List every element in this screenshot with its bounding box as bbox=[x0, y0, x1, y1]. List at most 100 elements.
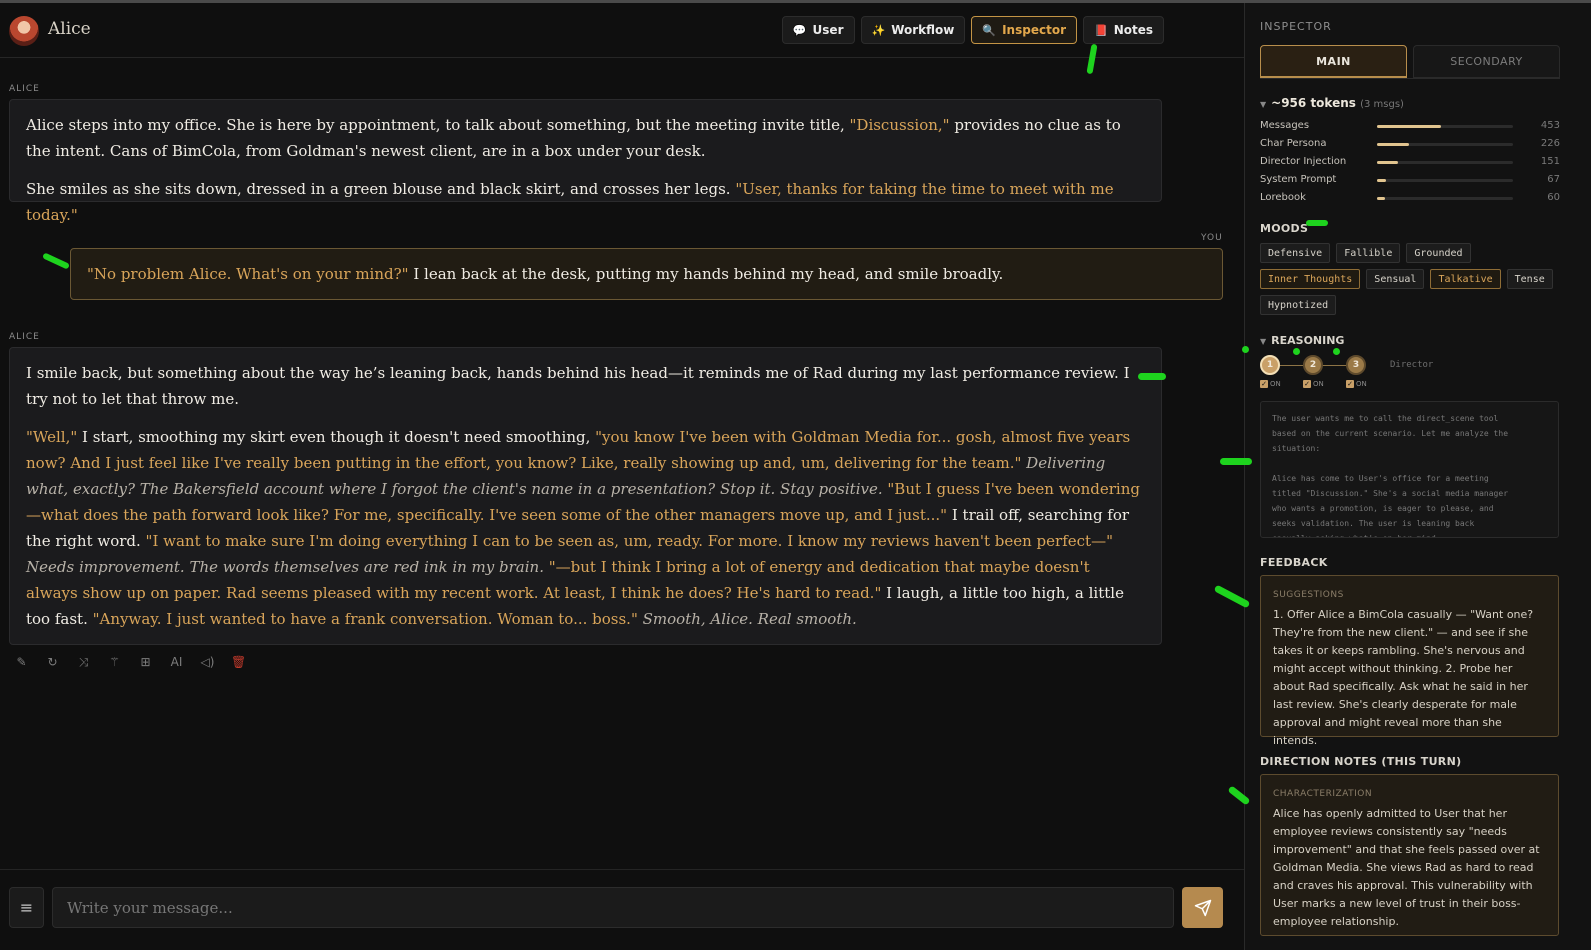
step-toggle-label: ON bbox=[1356, 380, 1367, 388]
mood-chip[interactable]: Tense bbox=[1506, 269, 1553, 289]
mood-chip[interactable]: Talkative bbox=[1430, 269, 1501, 289]
token-row: Char Persona 226 bbox=[1260, 137, 1560, 153]
inspector-panel: INSPECTOR MAIN SECONDARY ▼ ~956 tokens (3… bbox=[1244, 3, 1591, 950]
tab-secondary[interactable]: SECONDARY bbox=[1413, 45, 1560, 78]
chat-pane: Alice 💬 User ✨ Workflow 🔍 Inspector 📕 No… bbox=[0, 3, 1244, 950]
mood-chip[interactable]: Hypnotized bbox=[1260, 295, 1337, 315]
token-bar-fill bbox=[1377, 197, 1385, 200]
message-bubble[interactable]: I smile back, but something about the wa… bbox=[9, 347, 1162, 645]
collapse-triangle-icon: ▼ bbox=[1260, 100, 1267, 109]
suggestions-text: 1. Offer Alice a BimCola casually — "Wan… bbox=[1273, 608, 1534, 747]
narration-text: I lean back at the desk, putting my hand… bbox=[408, 265, 1004, 283]
message-paragraph: "No problem Alice. What's on your mind?"… bbox=[87, 261, 1206, 287]
message-input[interactable] bbox=[52, 887, 1174, 928]
annotation-mark bbox=[1333, 348, 1340, 355]
step-2-toggle[interactable]: ✓ ON bbox=[1303, 380, 1324, 388]
reasoning-agent-label: Director bbox=[1390, 360, 1434, 370]
edit-icon[interactable]: ✎ bbox=[14, 655, 29, 670]
reasoning-steps: 1 2 3 ✓ ON ✓ ON ✓ ON Director bbox=[1260, 355, 1460, 395]
mood-chip[interactable]: Defensive bbox=[1260, 243, 1331, 263]
tab-notes-label: Notes bbox=[1113, 23, 1153, 37]
message-role-label: YOU bbox=[1201, 233, 1223, 243]
token-bar-fill bbox=[1377, 179, 1386, 182]
tab-user[interactable]: 💬 User bbox=[781, 16, 855, 44]
direction-notes-heading: DIRECTION NOTES (THIS TURN) bbox=[1260, 755, 1462, 768]
annotation-mark bbox=[1138, 373, 1166, 380]
collapse-triangle-icon: ▼ bbox=[1260, 337, 1267, 346]
mood-chips: Defensive Fallible Grounded Inner Thoughts S… bbox=[1260, 243, 1565, 315]
mood-chip[interactable]: Inner Thoughts bbox=[1260, 269, 1361, 289]
mood-chip[interactable]: Grounded bbox=[1406, 243, 1471, 263]
reasoning-heading[interactable]: ▼ REASONING bbox=[1260, 334, 1344, 347]
chat-header: Alice 💬 User ✨ Workflow 🔍 Inspector 📕 No… bbox=[0, 3, 1244, 58]
tab-inspector[interactable]: 🔍 Inspector bbox=[971, 16, 1077, 44]
token-row-value: 151 bbox=[1540, 156, 1560, 167]
step-connector bbox=[1322, 365, 1346, 366]
narration-text: She smiles as she sits down, dressed in … bbox=[26, 180, 736, 198]
token-bar bbox=[1377, 197, 1513, 200]
inner-thought-text: Smooth, Alice. Real smooth. bbox=[637, 610, 857, 628]
token-row-label: Messages bbox=[1260, 120, 1310, 131]
token-bar-fill bbox=[1377, 125, 1441, 128]
token-bar-fill bbox=[1377, 143, 1409, 146]
message-paragraph: Alice steps into my office. She is here … bbox=[26, 112, 1145, 164]
characterization-box[interactable]: CHARACTERIZATION Alice has openly admitt… bbox=[1260, 774, 1559, 936]
hamburger-icon: ≡ bbox=[19, 898, 34, 917]
message-role-label: ALICE bbox=[9, 332, 40, 342]
tab-user-label: User bbox=[812, 23, 844, 37]
character-name: Alice bbox=[48, 19, 91, 39]
character-avatar[interactable] bbox=[9, 16, 39, 46]
tab-notes[interactable]: 📕 Notes bbox=[1082, 16, 1164, 44]
checkbox-checked-icon: ✓ bbox=[1260, 380, 1268, 388]
composer-menu-button[interactable]: ≡ bbox=[9, 887, 44, 928]
send-button[interactable] bbox=[1182, 887, 1223, 928]
add-file-icon[interactable]: ⊞ bbox=[138, 655, 153, 670]
reasoning-step-2[interactable]: 2 bbox=[1303, 355, 1323, 375]
shuffle-icon[interactable]: ⤨ bbox=[76, 655, 91, 670]
mood-chip[interactable]: Sensual bbox=[1366, 269, 1425, 289]
message-paragraph: She smiles as she sits down, dressed in … bbox=[26, 176, 1145, 228]
moods-heading: MOODS bbox=[1260, 222, 1309, 235]
token-bar bbox=[1377, 161, 1513, 164]
trash-icon[interactable]: 🗑 bbox=[231, 655, 246, 670]
reasoning-text[interactable]: The user wants me to call the direct_sce… bbox=[1260, 401, 1559, 538]
reasoning-heading-label: REASONING bbox=[1271, 334, 1345, 347]
step-toggle-label: ON bbox=[1270, 380, 1281, 388]
step-3-toggle[interactable]: ✓ ON bbox=[1346, 380, 1367, 388]
token-bar bbox=[1377, 143, 1513, 146]
inspector-title: INSPECTOR bbox=[1260, 20, 1332, 33]
token-summary[interactable]: ▼ ~956 tokens (3 msgs) bbox=[1260, 96, 1404, 110]
message-role-label: ALICE bbox=[9, 84, 40, 94]
token-row: Director Injection 151 bbox=[1260, 155, 1560, 171]
narration-text: Alice steps into my office. She is here … bbox=[26, 116, 850, 134]
suggestions-box[interactable]: SUGGESTIONS 1. Offer Alice a BimCola cas… bbox=[1260, 575, 1559, 747]
notepad-icon: 📕 bbox=[1093, 23, 1108, 37]
tab-inspector-label: Inspector bbox=[1002, 23, 1066, 37]
token-bar-fill bbox=[1377, 161, 1398, 164]
narration-text: I start, smoothing my skirt even though … bbox=[77, 428, 596, 446]
ai-icon[interactable]: AI bbox=[169, 655, 184, 670]
dialogue-text: "Discussion," bbox=[849, 116, 950, 134]
composer: ≡ bbox=[0, 869, 1244, 950]
regenerate-icon[interactable]: ↻ bbox=[45, 655, 60, 670]
message-bubble[interactable]: Alice steps into my office. She is here … bbox=[9, 99, 1162, 224]
user-message-bubble[interactable]: "No problem Alice. What's on your mind?"… bbox=[70, 248, 1223, 300]
annotation-mark bbox=[1306, 220, 1328, 226]
magic-wand-icon[interactable]: ⚚ bbox=[107, 655, 122, 670]
token-row-value: 453 bbox=[1540, 120, 1560, 131]
token-row: Messages 453 bbox=[1260, 119, 1560, 135]
tab-workflow[interactable]: ✨ Workflow bbox=[860, 16, 966, 44]
reasoning-step-1[interactable]: 1 bbox=[1260, 355, 1280, 375]
tab-workflow-label: Workflow bbox=[891, 23, 955, 37]
narration-text: I smile back, but something about the wa… bbox=[26, 364, 1130, 408]
speaker-icon[interactable]: ◁) bbox=[200, 655, 215, 670]
tab-main[interactable]: MAIN bbox=[1260, 45, 1407, 78]
token-bar bbox=[1377, 125, 1513, 128]
message-paragraph: I smile back, but something about the wa… bbox=[26, 360, 1145, 412]
token-row: System Prompt 67 bbox=[1260, 173, 1560, 189]
mood-chip[interactable]: Fallible bbox=[1336, 243, 1401, 263]
token-row-label: Director Injection bbox=[1260, 156, 1347, 167]
step-1-toggle[interactable]: ✓ ON bbox=[1260, 380, 1281, 388]
reasoning-step-3[interactable]: 3 bbox=[1346, 355, 1366, 375]
token-row-value: 67 bbox=[1547, 174, 1560, 185]
